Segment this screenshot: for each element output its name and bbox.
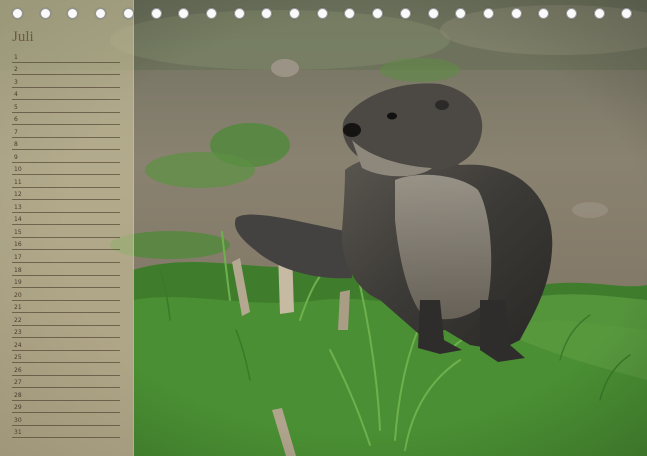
day-number: 8 <box>14 141 18 149</box>
binding-ring <box>205 8 217 19</box>
day-line: 25 <box>12 351 120 364</box>
binding-ring <box>150 8 162 19</box>
binding-ring <box>95 8 107 19</box>
day-line: 19 <box>12 276 120 289</box>
day-line: 3 <box>12 75 120 88</box>
binding-ring <box>178 8 190 19</box>
binding-ring <box>372 8 384 19</box>
day-line: 11 <box>12 175 120 188</box>
binding-ring <box>593 8 605 19</box>
day-line: 6 <box>12 113 120 126</box>
day-number: 10 <box>14 166 22 174</box>
day-line: 28 <box>12 388 120 401</box>
day-line: 30 <box>12 413 120 426</box>
day-line: 8 <box>12 138 120 151</box>
day-number: 3 <box>14 78 18 86</box>
day-number: 1 <box>14 53 18 61</box>
month-title: Juli <box>12 29 34 45</box>
binding-ring <box>566 8 577 19</box>
day-number: 12 <box>14 191 22 199</box>
spiral-binding <box>0 0 647 26</box>
binding-ring <box>621 8 633 19</box>
binding-ring <box>316 8 328 19</box>
binding-ring <box>67 8 79 19</box>
day-line: 16 <box>12 238 120 251</box>
day-line: 27 <box>12 376 120 389</box>
day-number: 23 <box>14 329 22 337</box>
day-line: 22 <box>12 313 120 326</box>
day-number: 31 <box>14 429 22 437</box>
day-number: 26 <box>14 366 22 374</box>
day-line: 5 <box>12 100 120 113</box>
binding-ring <box>344 8 356 19</box>
day-number: 13 <box>14 203 22 211</box>
binding-ring <box>289 8 300 19</box>
day-line: 23 <box>12 326 120 339</box>
binding-ring <box>39 8 51 19</box>
binding-ring <box>538 8 550 19</box>
calendar-sidebar: Juli 1 2 3 4 5 6 7 8 9 10 11 12 13 14 15 16 17 18 19 20 21 22… <box>0 0 134 456</box>
day-line: 2 <box>12 63 120 76</box>
day-line: 17 <box>12 250 120 263</box>
day-number: 29 <box>14 404 22 412</box>
binding-ring <box>261 8 273 19</box>
day-line: 26 <box>12 363 120 376</box>
day-number: 17 <box>14 253 22 261</box>
day-number: 4 <box>14 91 18 99</box>
day-line: 14 <box>12 213 120 226</box>
day-number: 14 <box>14 216 22 224</box>
day-line: 4 <box>12 88 120 101</box>
binding-ring <box>233 8 245 19</box>
day-line: 18 <box>12 263 120 276</box>
day-number: 19 <box>14 279 22 287</box>
day-line: 20 <box>12 288 120 301</box>
day-line: 21 <box>12 301 120 314</box>
day-line: 31 <box>12 426 120 439</box>
day-line: 29 <box>12 401 120 414</box>
day-number: 25 <box>14 354 22 362</box>
day-number: 6 <box>14 116 18 124</box>
day-line: 15 <box>12 225 120 238</box>
day-number: 7 <box>14 128 18 136</box>
day-line: 12 <box>12 188 120 201</box>
day-number: 24 <box>14 341 22 349</box>
day-number: 11 <box>14 178 22 186</box>
day-number: 27 <box>14 379 22 387</box>
day-line: 10 <box>12 163 120 176</box>
binding-ring <box>399 8 411 19</box>
day-number: 30 <box>14 416 22 424</box>
binding-ring <box>510 8 522 19</box>
binding-ring <box>455 8 467 19</box>
day-line: 1 <box>12 50 120 63</box>
day-line: 9 <box>12 150 120 163</box>
day-number: 21 <box>14 304 22 312</box>
binding-ring <box>12 8 23 19</box>
day-number: 20 <box>14 291 22 299</box>
day-number: 5 <box>14 103 18 111</box>
day-line: 24 <box>12 338 120 351</box>
day-number: 9 <box>14 153 18 161</box>
binding-ring <box>427 8 439 19</box>
day-number: 28 <box>14 391 22 399</box>
day-number: 2 <box>14 66 18 74</box>
day-line: 13 <box>12 200 120 213</box>
day-number: 22 <box>14 316 22 324</box>
day-number: 15 <box>14 228 22 236</box>
day-number: 18 <box>14 266 22 274</box>
binding-ring <box>482 8 494 19</box>
day-line: 7 <box>12 125 120 138</box>
binding-ring <box>122 8 134 19</box>
day-number: 16 <box>14 241 22 249</box>
